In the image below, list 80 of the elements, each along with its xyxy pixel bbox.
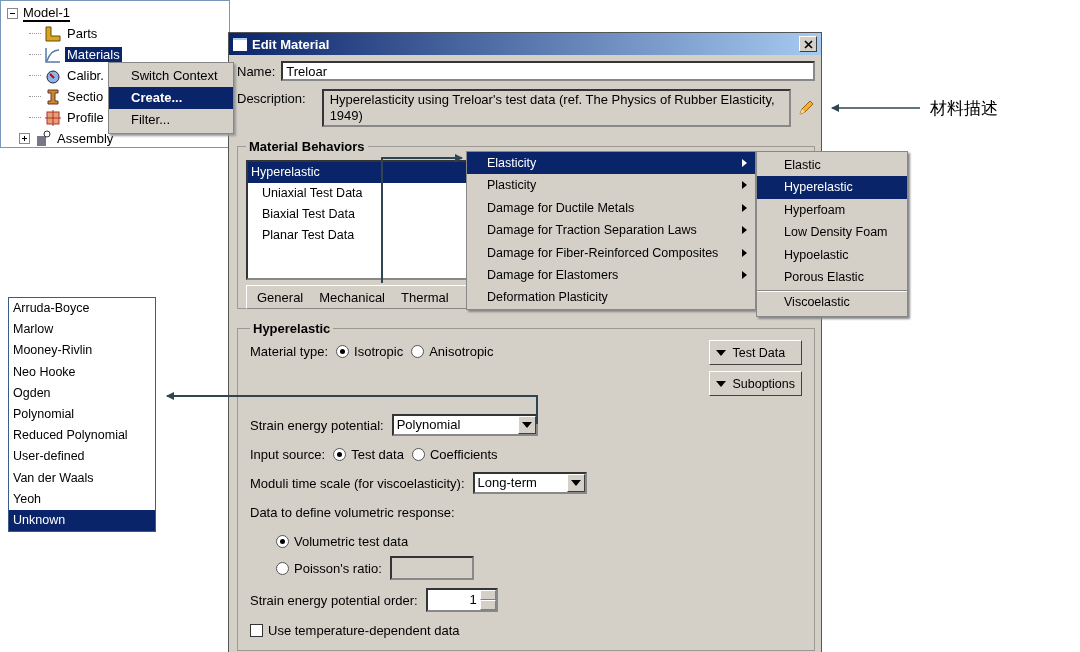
menu-item[interactable]: Damage for Fiber-Reinforced Composites (467, 241, 755, 264)
menu-item[interactable]: Hyperfoam (757, 198, 907, 222)
field-label: Strain energy potential order: (250, 592, 418, 608)
list-item[interactable]: User-defined (9, 446, 155, 468)
menu-item[interactable]: Hyperelastic (757, 176, 907, 199)
callout-label: 材料描述 (930, 98, 998, 120)
radio-button[interactable]: Isotropic (336, 343, 404, 359)
menu-item[interactable]: Plasticity (467, 174, 755, 197)
field-label: Strain energy potential: (250, 417, 384, 433)
list-item[interactable]: Ogden (9, 382, 155, 404)
list-item[interactable]: Yeoh (9, 488, 155, 510)
window-title: Edit Material (252, 36, 331, 52)
dropdown-field[interactable]: Long-term (472, 472, 587, 494)
menu-item[interactable]: Elasticity (467, 152, 755, 175)
radio-button[interactable]: Poisson's ratio: (276, 560, 382, 576)
radio-button[interactable]: Coefficients (411, 446, 498, 462)
tree-node-icon (44, 87, 62, 106)
tree-root-label[interactable]: Model-1 (23, 4, 70, 22)
field-label: Data to define volumetric response: (250, 504, 455, 520)
tree-item[interactable]: Assembly (55, 131, 116, 146)
menu-item[interactable]: Porous Elastic (757, 265, 907, 289)
menu-item[interactable]: Switch Context (109, 65, 233, 87)
field-label: Input source: (250, 446, 326, 462)
menu-item[interactable]: Damage for Elastomers (467, 263, 755, 287)
dropdown-button[interactable]: Suboptions (709, 371, 802, 396)
menu-item[interactable]: Damage for Ductile Metals (467, 196, 755, 220)
window-icon (233, 37, 247, 51)
pencil-icon[interactable] (797, 99, 815, 117)
menu-bar-item[interactable]: Mechanical (319, 289, 385, 305)
tree-item[interactable]: Parts (65, 26, 100, 41)
description-field[interactable]: Hyperelasticity using Treloar's test data (ref. The Physics of Rubber Elasticity, 1949) (321, 89, 791, 127)
menu-item[interactable]: Filter... (109, 109, 233, 131)
list-item[interactable]: Neo Hooke (9, 361, 155, 383)
menu-item[interactable]: Deformation Plasticity (467, 286, 755, 309)
list-item[interactable]: Reduced Polynomial (9, 425, 155, 447)
field-label: Name: (237, 63, 276, 79)
spin-box[interactable]: 1 (425, 588, 498, 612)
field-label: Moduli time scale (for viscoelasticity): (250, 475, 465, 491)
expand-toggle-icon[interactable] (19, 133, 30, 144)
dropdown-field[interactable]: Polynomial (391, 414, 538, 436)
tree-item[interactable]: Calibr. (65, 68, 106, 83)
group-title: Hyperelastic (252, 321, 332, 336)
submenu-arrow-icon (742, 226, 747, 235)
submenu-arrow-icon (742, 270, 747, 279)
name-field[interactable]: Treloar (281, 61, 815, 81)
field-label: Description: (237, 90, 306, 106)
tree-item[interactable]: Materials (65, 47, 122, 62)
list-item[interactable]: Unknown (9, 509, 155, 532)
list-item[interactable]: Polynomial (9, 403, 155, 426)
radio-button[interactable]: Volumetric test data (276, 533, 409, 549)
menu-bar-item[interactable]: General (257, 289, 304, 305)
list-item[interactable]: Van der Waals (9, 467, 155, 489)
list-item[interactable]: Mooney-Rivlin (9, 340, 155, 362)
list-item[interactable]: Arruda-Boyce (9, 298, 155, 320)
field-label: Material type: (250, 343, 329, 359)
radio-button[interactable]: Anisotropic (411, 343, 494, 359)
menu-item[interactable]: Create... (109, 87, 233, 109)
submenu-arrow-icon (742, 203, 747, 212)
checkbox[interactable]: Use temperature-dependent data (250, 622, 460, 638)
menu-bar-item[interactable]: Thermal (401, 289, 449, 305)
tree-item[interactable]: Sectio (65, 89, 106, 104)
tree-node-icon (44, 24, 62, 43)
list-item[interactable]: Marlow (9, 319, 155, 341)
menu-item[interactable]: Viscoelastic (757, 290, 907, 314)
close-button[interactable] (799, 36, 817, 52)
tree-item[interactable]: Profile (65, 110, 106, 125)
tree-node-icon (44, 45, 62, 64)
collapse-toggle-icon[interactable] (7, 7, 18, 19)
submenu-arrow-icon (742, 248, 747, 257)
menu-item[interactable]: Low Density Foam (757, 221, 907, 244)
close-icon (803, 39, 813, 49)
submenu-arrow-icon (742, 159, 747, 167)
menu-item[interactable]: Hypoelastic (757, 243, 907, 266)
menu-item[interactable]: Elastic (757, 154, 907, 177)
radio-button[interactable]: Test data (333, 446, 404, 462)
tree-node-icon (44, 108, 62, 127)
group-title: Material Behaviors (248, 139, 366, 154)
menu-item[interactable]: Damage for Traction Separation Laws (467, 219, 755, 242)
dropdown-button[interactable]: Test Data (709, 340, 802, 365)
submenu-arrow-icon (742, 181, 747, 190)
